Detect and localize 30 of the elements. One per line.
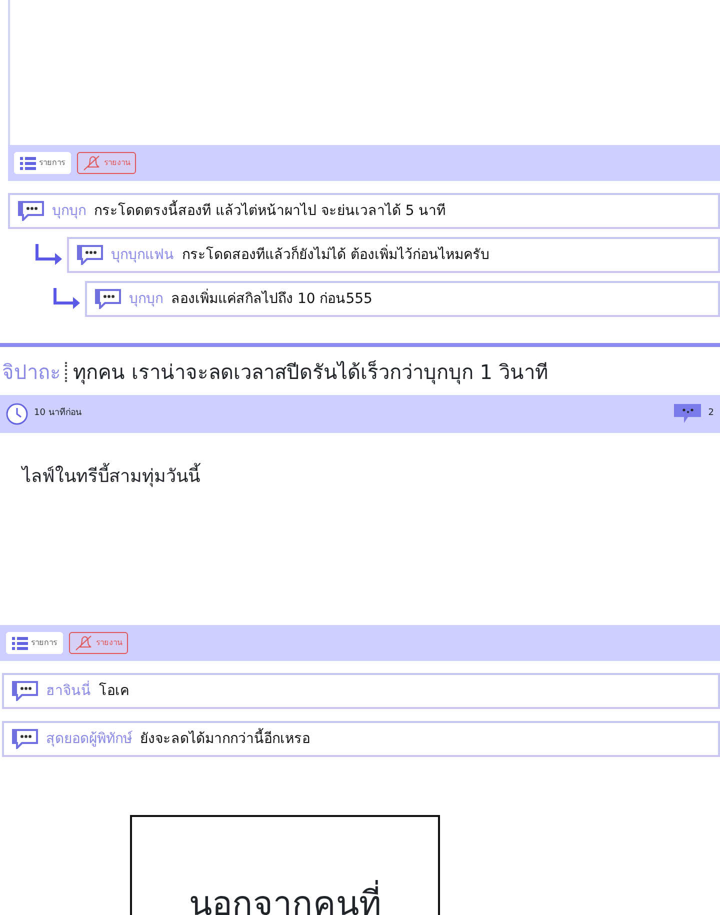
clock-icon bbox=[6, 403, 28, 425]
reply-arrow-icon bbox=[53, 288, 81, 310]
comment-text: โอเค bbox=[99, 682, 129, 700]
list-icon bbox=[20, 156, 36, 170]
comment-icon bbox=[95, 289, 121, 309]
comment-author: บุกบุกแฟน bbox=[111, 246, 174, 265]
comment-icon bbox=[77, 245, 103, 265]
comment-text: กระโดดตรงนี้สองที แล้วไต่หน้าผาไป จะย่นเวลาได้ 5 นาที bbox=[94, 200, 446, 222]
muted-bell-icon bbox=[75, 635, 93, 651]
post-author: จิปาถะ bbox=[2, 362, 67, 382]
comment-text: ยังจะลดได้มากกว่านี้อีกเหรอ bbox=[140, 728, 310, 750]
comment-icon bbox=[12, 681, 38, 701]
list-button[interactable]: รายการ bbox=[6, 632, 63, 654]
comment-icon bbox=[12, 729, 38, 749]
muted-bell-icon bbox=[83, 155, 101, 171]
post-title: ทุกคน เราน่าจะลดเวลาสปีดรันได้เร็วกว่าบุกบุก 1 วินาที bbox=[73, 359, 548, 386]
comment-author: สุดยอดผู้พิทักษ์ bbox=[46, 730, 132, 749]
post-body-text: ไลฟ์ในทรีบี้สามทุ่มวันนี้ bbox=[0, 433, 720, 625]
post-time: 10 นาทีก่อน bbox=[34, 407, 82, 420]
comment-text: ลองเพิ่มแค่สกิลไปถึง 10 ก่อน555 bbox=[171, 288, 372, 308]
comment-text: กระโดดสองทีแล้วก็ยังไม่ได้ ต้องเพิ่มไว้ก่อนไหมครับ bbox=[182, 244, 490, 264]
reply-arrow-icon bbox=[35, 244, 63, 266]
comment-count-icon bbox=[674, 404, 702, 424]
comment-icon bbox=[18, 201, 44, 221]
comment-author: บุกบุก bbox=[52, 202, 86, 221]
list-icon bbox=[12, 636, 28, 650]
comment-count: 2 bbox=[708, 407, 714, 420]
comment-author: ฮาจินนี่ bbox=[46, 680, 91, 700]
comment-author: บุกบุก bbox=[129, 290, 163, 309]
list-button[interactable]: รายการ bbox=[14, 152, 71, 174]
